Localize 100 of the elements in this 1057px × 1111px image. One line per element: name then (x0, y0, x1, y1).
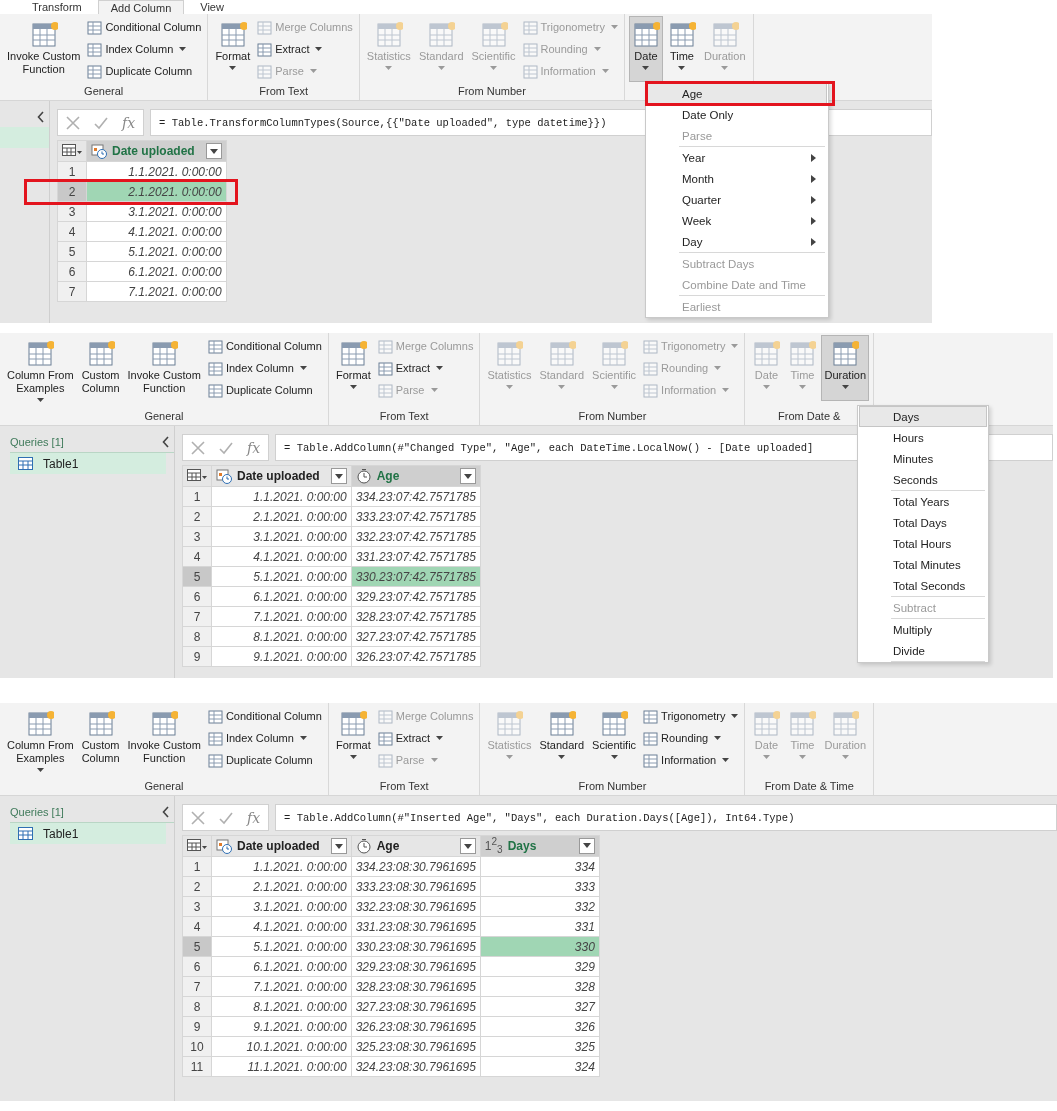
table-cell: 326.23:07:42.7571785 (351, 646, 481, 667)
table-cell: 327.23:08:30.7961695 (351, 996, 481, 1017)
collapse-button[interactable] (162, 806, 170, 818)
column-header[interactable]: Age (351, 465, 481, 487)
caret-icon (430, 388, 438, 392)
column-header[interactable]: Date uploaded (211, 835, 352, 857)
table-cell: 329.23:07:42.7571785 (351, 586, 481, 607)
ribbon-button[interactable]: Index Column (85, 39, 204, 59)
function-button[interactable]: fx (247, 439, 261, 456)
ribbon-button[interactable]: Index Column (205, 728, 324, 748)
menu-item[interactable]: Divide (859, 640, 987, 661)
caret-icon (558, 385, 566, 389)
column-header[interactable]: Age (351, 835, 481, 857)
ribbon-button[interactable]: Date (628, 16, 663, 82)
table-cell: 328.23:08:30.7961695 (351, 976, 481, 997)
ribbon-button[interactable]: Trigonometry (641, 706, 741, 726)
pane-title: Queries [1] (10, 806, 64, 818)
collapse-button[interactable] (37, 111, 45, 123)
menu-item[interactable]: Total Hours (859, 533, 987, 554)
table-icon (26, 708, 55, 736)
ribbon-button[interactable]: Custom Column (78, 705, 123, 771)
function-button[interactable]: fx (122, 114, 136, 131)
menu-item[interactable]: Total Minutes (859, 554, 987, 575)
ribbon-button[interactable]: Column From Examples (4, 335, 77, 405)
ribbon-button[interactable]: Information (641, 750, 741, 770)
ribbon-button[interactable]: Index Column (205, 358, 324, 378)
table-cell: 9.1.2021. 0:00:00 (211, 1016, 352, 1037)
ribbon-button[interactable]: Time (664, 16, 699, 82)
menu-item[interactable]: Seconds (859, 469, 987, 490)
ribbon-button[interactable]: Column From Examples (4, 705, 77, 775)
table-icon (377, 730, 393, 746)
ribbon-button[interactable]: Format (332, 335, 374, 401)
column-filter-button[interactable] (330, 468, 347, 484)
table-cell: 325 (480, 1036, 600, 1057)
caret-icon (437, 66, 445, 70)
ribbon-button[interactable]: Invoke Custom Function (4, 16, 84, 82)
menu-item[interactable]: Month (647, 168, 827, 189)
ribbon-button[interactable]: Invoke Custom Function (124, 335, 204, 401)
menu-item[interactable]: Total Seconds (859, 575, 987, 596)
query-item[interactable]: Table1 (10, 823, 166, 844)
table-icon (257, 19, 273, 35)
collapse-button[interactable] (162, 436, 170, 448)
column-header[interactable]: 1$^{2}$$_{3}$ Days (480, 835, 600, 857)
menu-item[interactable]: Day (647, 231, 827, 252)
column-filter-button[interactable] (459, 838, 476, 854)
ribbon-button[interactable]: Scientific (589, 705, 640, 771)
column-filter-button[interactable] (578, 838, 595, 854)
menu-item[interactable]: Week (647, 210, 827, 231)
ribbon-button[interactable]: Duplicate Column (205, 750, 324, 770)
ribbon-button[interactable]: Custom Column (78, 335, 123, 401)
table-cell: 332 (480, 896, 600, 917)
submenu-arrow-icon (811, 195, 816, 204)
table-icon (87, 41, 103, 57)
ribbon-button[interactable]: Conditional Column (205, 706, 324, 726)
formula-field[interactable]: = Table.AddColumn(#"Inserted Age", "Days", each Duration.Days([Age]), Int64.Type) (275, 804, 1057, 831)
table-menu-button[interactable] (182, 465, 212, 487)
ribbon-button[interactable]: Conditional Column (85, 17, 204, 37)
row-number: 1 (182, 486, 212, 507)
ribbon-tab[interactable]: Add Column (97, 0, 185, 14)
column-header[interactable]: Date uploaded (86, 140, 227, 162)
table-menu-button[interactable] (57, 140, 87, 162)
menu-item[interactable]: Multiply (859, 619, 987, 640)
column-header[interactable]: Date uploaded (211, 465, 352, 487)
ribbon-button[interactable]: Extract (375, 358, 476, 378)
close-icon (191, 810, 205, 825)
ribbon-button[interactable]: Format (212, 16, 254, 82)
table-icon (377, 360, 393, 376)
menu-item[interactable]: Quarter (647, 189, 827, 210)
submenu-arrow-icon (811, 153, 816, 162)
table-cell: 331 (480, 916, 600, 937)
ribbon-button[interactable]: Extract (375, 728, 476, 748)
table-cell: 4.1.2021. 0:00:00 (211, 546, 352, 567)
ribbon-button[interactable]: Extract (255, 39, 355, 59)
caret-icon (763, 385, 770, 389)
ribbon-button[interactable]: Rounding (641, 728, 741, 748)
function-button[interactable]: fx (247, 809, 261, 826)
table-menu-button[interactable] (182, 835, 212, 857)
ribbon-button[interactable]: Duplicate Column (205, 380, 324, 400)
menu-item[interactable]: Total Years (859, 491, 987, 512)
submenu-arrow-icon (811, 216, 816, 225)
chevron-left-icon (37, 111, 45, 123)
menu-item[interactable]: Year (647, 147, 827, 168)
ribbon-button[interactable]: Duration (821, 335, 870, 401)
ribbon-button[interactable]: Conditional Column (205, 336, 324, 356)
table-icon (207, 360, 223, 376)
ribbon-button[interactable]: Invoke Custom Function (124, 705, 204, 771)
ribbon-button[interactable]: Duplicate Column (85, 61, 204, 81)
table-cell: 7.1.2021. 0:00:00 (86, 281, 227, 302)
column-filter-button[interactable] (330, 838, 347, 854)
table-cell: 329.23:08:30.7961695 (351, 956, 481, 977)
query-item[interactable]: Table1 (10, 453, 166, 474)
menu-item[interactable]: Days (859, 406, 987, 427)
table-cell: 327.23:07:42.7571785 (351, 626, 481, 647)
ribbon-button[interactable]: Format (332, 705, 374, 771)
row-number: 3 (182, 526, 212, 547)
column-filter-button[interactable] (459, 468, 476, 484)
ribbon-button[interactable]: Standard (536, 705, 588, 771)
menu-item[interactable]: Total Days (859, 512, 987, 533)
column-filter-button[interactable] (205, 143, 222, 159)
table-icon (831, 708, 860, 736)
